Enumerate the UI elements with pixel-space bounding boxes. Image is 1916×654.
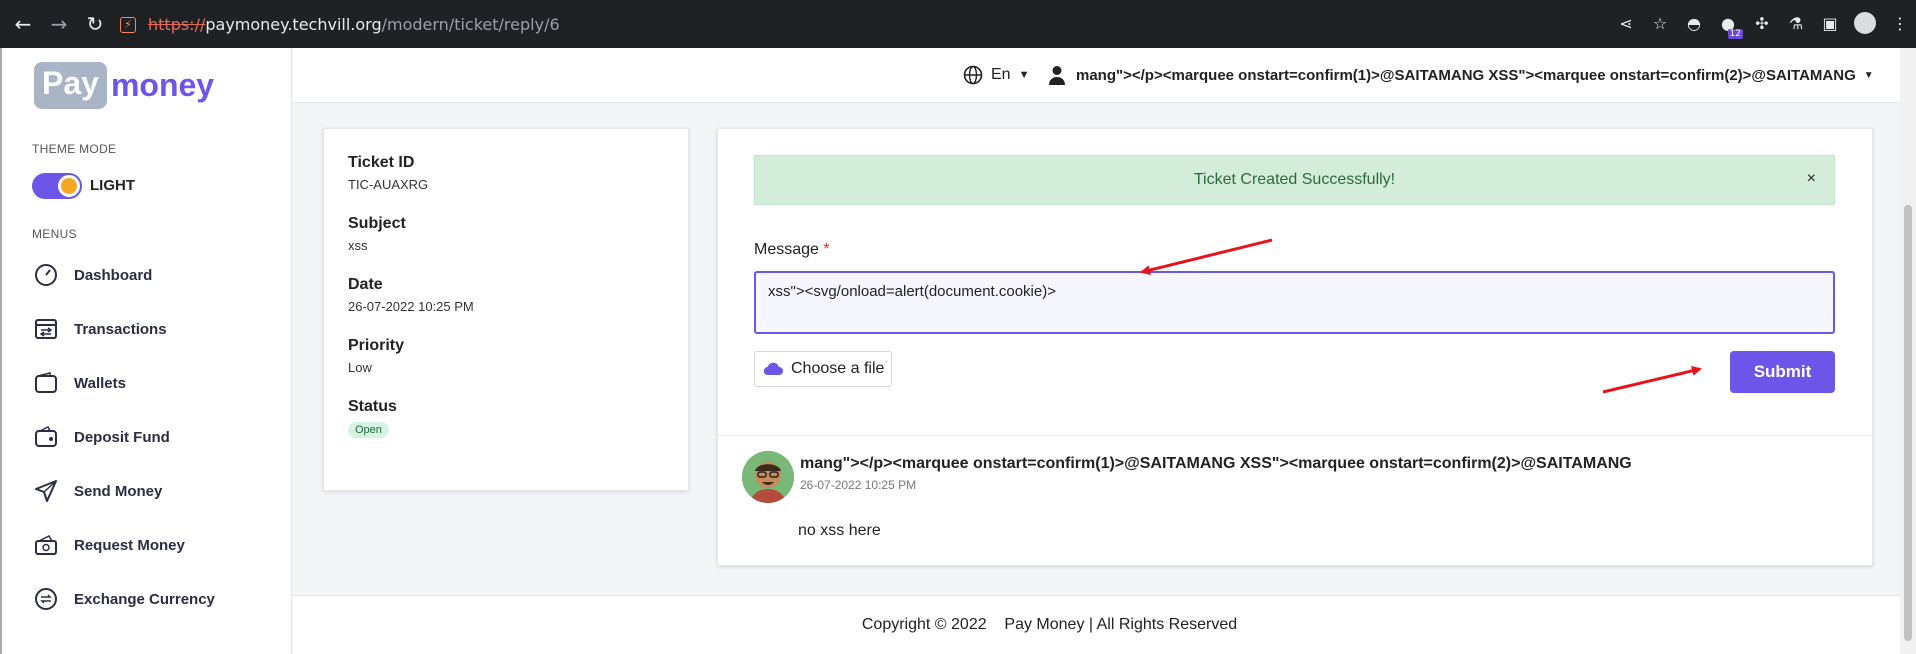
date-label: Date xyxy=(348,276,383,293)
cloud-upload-icon xyxy=(763,362,783,376)
date-block: Date 26-07-2022 10:25 PM xyxy=(348,276,474,314)
wallet-icon xyxy=(32,369,60,397)
sidebar-item-deposit-fund[interactable]: Deposit Fund xyxy=(32,422,170,452)
caret-down-icon: ▼ xyxy=(1018,69,1030,81)
ticket-id-value: TIC-AUAXRG xyxy=(348,177,429,192)
message-textarea[interactable]: xss"><svg/onload=alert(document.cookie)> xyxy=(754,271,1835,334)
theme-toggle[interactable] xyxy=(32,173,82,199)
sidebar-item-send-money[interactable]: Send Money xyxy=(32,476,162,506)
choose-file-button[interactable]: Choose a file xyxy=(754,351,892,387)
reply-date: 26-07-2022 10:25 PM xyxy=(800,478,917,492)
status-block: Status Open xyxy=(348,398,397,438)
extension-dark-icon[interactable]: ◓ xyxy=(1684,13,1704,33)
message-label-text: Message xyxy=(754,241,819,258)
profile-icon[interactable] xyxy=(1854,12,1876,34)
theme-mode-label: THEME MODE xyxy=(32,142,117,156)
date-value: 26-07-2022 10:25 PM xyxy=(348,299,474,314)
required-mark: * xyxy=(823,241,830,258)
sidebar-item-request-money[interactable]: Request Money xyxy=(32,530,185,560)
logo-money: money xyxy=(110,67,215,103)
scrollbar-thumb[interactable] xyxy=(1904,205,1912,641)
labs-icon[interactable]: ⚗ xyxy=(1786,13,1806,33)
subject-label: Subject xyxy=(348,215,406,232)
sidebar-item-exchange-currency[interactable]: Exchange Currency xyxy=(32,584,215,614)
language-selector[interactable]: En ▼ xyxy=(963,65,1029,85)
alert-message: Ticket Created Successfully! xyxy=(1193,171,1396,188)
logo-pay: Pay xyxy=(34,62,107,109)
url-text: https://paymoney.techvill.org/modern/tic… xyxy=(148,15,560,34)
divider xyxy=(718,435,1874,436)
user-menu[interactable]: mang"></p><marquee onstart=confirm(1)>@S… xyxy=(1048,65,1874,85)
exchange-icon xyxy=(32,585,60,613)
address-bar[interactable]: ⚡ https://paymoney.techvill.org/modern/t… xyxy=(110,9,1710,40)
menus-label: MENUS xyxy=(32,227,77,241)
puzzle-icon[interactable]: ✣ xyxy=(1752,13,1772,33)
priority-label: Priority xyxy=(348,337,405,354)
share-icon[interactable]: ⋖ xyxy=(1616,13,1636,33)
avatar xyxy=(742,451,794,503)
ticket-reply-card: Ticket Created Successfully! × Message *… xyxy=(717,128,1874,566)
ticket-id-label: Ticket ID xyxy=(348,154,415,171)
footer: Copyright © 2022 Pay Money | All Rights … xyxy=(293,595,1916,654)
gauge-icon xyxy=(32,261,60,289)
transactions-icon xyxy=(32,315,60,343)
sidebar-item-transactions[interactable]: Transactions xyxy=(32,314,167,344)
browser-toolbar: ← → ↻ ⚡ https://paymoney.techvill.org/mo… xyxy=(0,0,1916,48)
browser-actions: ⋖ ☆ ◓ ● 12 ✣ ⚗ ▣ ⋮ xyxy=(1616,12,1910,39)
sidebar-item-dashboard[interactable]: Dashboard xyxy=(32,260,152,290)
sidebar-item-wallets[interactable]: Wallets xyxy=(32,368,126,398)
site-favicon-icon: ⚡ xyxy=(120,16,136,33)
subject-block: Subject xss xyxy=(348,215,406,253)
subject-value: xss xyxy=(348,238,368,253)
extension-badge-icon[interactable]: ● 12 xyxy=(1718,13,1743,39)
copyright-text: Copyright © 2022 Pay Money | All Rights … xyxy=(861,616,1238,633)
message-label: Message * xyxy=(754,241,830,259)
priority-value: Low xyxy=(348,360,372,375)
forward-icon[interactable]: → xyxy=(46,11,72,37)
sidebar: Pay money THEME MODE LIGHT MENUS Dashboa… xyxy=(0,48,292,654)
theme-value: LIGHT xyxy=(90,177,135,194)
reply-author: mang"></p><marquee onstart=confirm(1)>@S… xyxy=(800,455,1632,472)
reload-icon[interactable]: ↻ xyxy=(82,11,108,37)
deposit-icon xyxy=(32,423,60,451)
request-money-icon xyxy=(32,531,60,559)
reply-message: no xss here xyxy=(798,522,881,539)
success-alert: Ticket Created Successfully! × xyxy=(754,155,1835,205)
user-icon xyxy=(1049,66,1065,85)
priority-block: Priority Low xyxy=(348,337,404,375)
ticket-id-block: Ticket ID TIC-AUAXRG xyxy=(348,154,428,192)
send-icon xyxy=(32,477,60,505)
page-scrollbar[interactable] xyxy=(1900,48,1916,654)
paymoney-logo[interactable]: Pay money xyxy=(34,62,214,109)
sun-icon xyxy=(58,175,80,197)
caret-down-icon: ▼ xyxy=(1863,69,1874,81)
back-icon[interactable]: ← xyxy=(10,11,36,37)
submit-button[interactable]: Submit xyxy=(1730,351,1835,393)
sidepanel-icon[interactable]: ▣ xyxy=(1820,13,1840,33)
status-label: Status xyxy=(348,398,397,415)
username: mang"></p><marquee onstart=confirm(1)>@S… xyxy=(1076,66,1856,84)
ticket-info-card: Ticket ID TIC-AUAXRG Subject xss Date 26… xyxy=(323,128,689,491)
globe-icon xyxy=(963,65,983,85)
star-icon[interactable]: ☆ xyxy=(1650,13,1670,33)
status-badge: Open xyxy=(348,422,389,438)
language-label: En xyxy=(991,66,1011,83)
kebab-menu-icon[interactable]: ⋮ xyxy=(1890,13,1910,33)
top-header: En ▼ mang"></p><marquee onstart=confirm(… xyxy=(293,48,1916,103)
close-icon[interactable]: × xyxy=(1807,170,1816,188)
choose-file-label: Choose a file xyxy=(791,360,885,377)
